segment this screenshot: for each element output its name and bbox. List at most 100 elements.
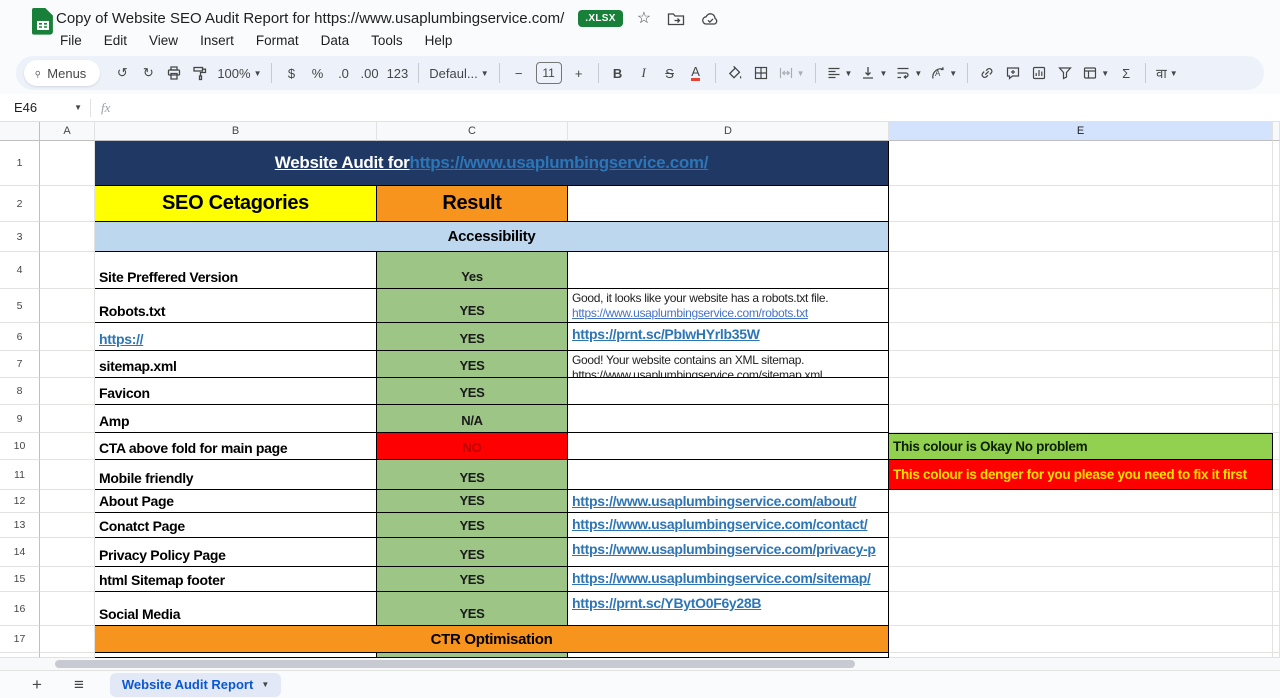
cell-C15[interactable]: YES xyxy=(377,567,568,592)
decrease-font-size-button[interactable]: − xyxy=(507,61,531,85)
cell-C10[interactable]: NO xyxy=(377,433,568,460)
cell-C16[interactable]: YES xyxy=(377,592,568,626)
menu-file[interactable]: File xyxy=(52,31,90,50)
cell-C14[interactable]: YES xyxy=(377,538,568,567)
row-header-6[interactable]: 6 xyxy=(0,323,40,351)
cell-C2[interactable]: Result xyxy=(377,186,568,222)
row-header-10[interactable]: 10 xyxy=(0,433,40,460)
cell-E12[interactable] xyxy=(889,490,1273,513)
cell-E13[interactable] xyxy=(889,513,1273,538)
cell-D9[interactable] xyxy=(568,405,889,433)
cell-D10[interactable] xyxy=(568,433,889,460)
undo-button[interactable]: ↺ xyxy=(110,61,134,85)
cell-E9[interactable] xyxy=(889,405,1273,433)
cell-A4[interactable] xyxy=(40,252,95,289)
select-all-corner[interactable] xyxy=(0,122,40,141)
merge-cells-button[interactable]: ▼ xyxy=(775,61,808,85)
cell-E6[interactable] xyxy=(889,323,1273,351)
cell-F4[interactable] xyxy=(1273,252,1280,289)
cell-B17-merged[interactable]: CTR Optimisation xyxy=(95,626,889,653)
cell-C11[interactable]: YES xyxy=(377,460,568,490)
cell-F1[interactable] xyxy=(1273,141,1280,186)
fill-color-button[interactable] xyxy=(723,61,747,85)
cell-F5[interactable] xyxy=(1273,289,1280,323)
increase-decimal-button[interactable]: .00 xyxy=(357,61,381,85)
cell-E1[interactable] xyxy=(889,141,1273,186)
cell-D6[interactable]: https://prnt.sc/PbIwHYrlb35W xyxy=(568,323,889,351)
cell-A8[interactable] xyxy=(40,378,95,405)
cell-B11[interactable]: Mobile friendly xyxy=(95,460,377,490)
decrease-decimal-button[interactable]: .0 xyxy=(331,61,355,85)
row-header-15[interactable]: 15 xyxy=(0,567,40,592)
more-formats-button[interactable]: 123 xyxy=(384,61,412,85)
cell-D7[interactable]: Good! Your website contains an XML sitem… xyxy=(568,351,889,378)
cell-A10[interactable] xyxy=(40,433,95,460)
cell-D2[interactable] xyxy=(568,186,889,222)
cell-D11[interactable] xyxy=(568,460,889,490)
cell-B16[interactable]: Social Media xyxy=(95,592,377,626)
sheet-tab-website-audit-report[interactable]: Website Audit Report ▼ xyxy=(110,673,281,697)
cell-E8[interactable] xyxy=(889,378,1273,405)
row-header-3[interactable]: 3 xyxy=(0,222,40,252)
font-size-input[interactable]: 11 xyxy=(536,62,562,84)
row-header-4[interactable]: 4 xyxy=(0,252,40,289)
cell-C13[interactable]: YES xyxy=(377,513,568,538)
feedback-link[interactable]: https://www.usaplumbingservice.com/priva… xyxy=(572,540,876,560)
cell-B3-merged[interactable]: Accessibility xyxy=(95,222,889,252)
row-header-7[interactable]: 7 xyxy=(0,351,40,378)
cell-B15[interactable]: html Sitemap footer xyxy=(95,567,377,592)
cell-B8[interactable]: Favicon xyxy=(95,378,377,405)
menu-edit[interactable]: Edit xyxy=(96,31,135,50)
cell-B1-merged[interactable]: Website Audit for https://www.usaplumbin… xyxy=(95,141,889,186)
paint-format-button[interactable] xyxy=(188,61,212,85)
add-sheet-button[interactable]: + xyxy=(32,675,42,695)
menu-help[interactable]: Help xyxy=(417,31,461,50)
text-wrap-button[interactable]: ▼ xyxy=(892,61,925,85)
menu-insert[interactable]: Insert xyxy=(192,31,242,50)
cell-B9[interactable]: Amp xyxy=(95,405,377,433)
name-box[interactable]: E46 ▼ xyxy=(0,100,90,115)
cell-E10[interactable]: This colour is Okay No problem xyxy=(889,433,1273,460)
feedback-link[interactable]: https://www.usaplumbingservice.com/sitem… xyxy=(572,569,871,589)
cell-A1[interactable] xyxy=(40,141,95,186)
row-header-13[interactable]: 13 xyxy=(0,513,40,538)
menu-view[interactable]: View xyxy=(141,31,186,50)
cell-F16[interactable] xyxy=(1273,592,1280,626)
column-header-D[interactable]: D xyxy=(568,122,889,141)
insert-comment-button[interactable] xyxy=(1001,61,1025,85)
borders-button[interactable] xyxy=(749,61,773,85)
cell-F13[interactable] xyxy=(1273,513,1280,538)
create-filter-button[interactable] xyxy=(1053,61,1077,85)
cell-F12[interactable] xyxy=(1273,490,1280,513)
cell-B14[interactable]: Privacy Policy Page xyxy=(95,538,377,567)
cell-E11[interactable]: This colour is denger for you please you… xyxy=(889,460,1273,490)
horizontal-align-button[interactable]: ▼ xyxy=(823,61,856,85)
cell-A13[interactable] xyxy=(40,513,95,538)
row-header-1[interactable]: 1 xyxy=(0,141,40,186)
cell-E3[interactable] xyxy=(889,222,1273,252)
cell-A17[interactable] xyxy=(40,626,95,653)
cell-B5[interactable]: Robots.txt xyxy=(95,289,377,323)
row-header-16[interactable]: 16 xyxy=(0,592,40,626)
cell-B13[interactable]: Conatct Page xyxy=(95,513,377,538)
all-sheets-button[interactable]: ≡ xyxy=(74,675,84,695)
cell-D12[interactable]: https://www.usaplumbingservice.com/about… xyxy=(568,490,889,513)
bold-button[interactable]: B xyxy=(606,61,630,85)
increase-font-size-button[interactable]: + xyxy=(567,61,591,85)
row-header-17[interactable]: 17 xyxy=(0,626,40,653)
feedback-link[interactable]: https://prnt.sc/PbIwHYrlb35W xyxy=(572,325,760,345)
font-size-input[interactable]: 11 xyxy=(533,61,565,85)
star-icon[interactable]: ☆ xyxy=(637,11,651,27)
feedback-link[interactable]: https://www.usaplumbingservice.com/conta… xyxy=(572,515,867,535)
cell-A16[interactable] xyxy=(40,592,95,626)
document-title[interactable]: Copy of Website SEO Audit Report for htt… xyxy=(56,10,564,27)
feedback-link[interactable]: https://www.usaplumbingservice.com/robot… xyxy=(572,306,808,321)
cell-E5[interactable] xyxy=(889,289,1273,323)
cell-C8[interactable]: YES xyxy=(377,378,568,405)
cloud-saved-icon[interactable] xyxy=(701,11,720,27)
cell-A9[interactable] xyxy=(40,405,95,433)
cell-E15[interactable] xyxy=(889,567,1273,592)
zoom-select[interactable]: 100%▼ xyxy=(214,61,264,85)
cell-B10[interactable]: CTA above fold for main page xyxy=(95,433,377,460)
cell-B7[interactable]: sitemap.xml xyxy=(95,351,377,378)
